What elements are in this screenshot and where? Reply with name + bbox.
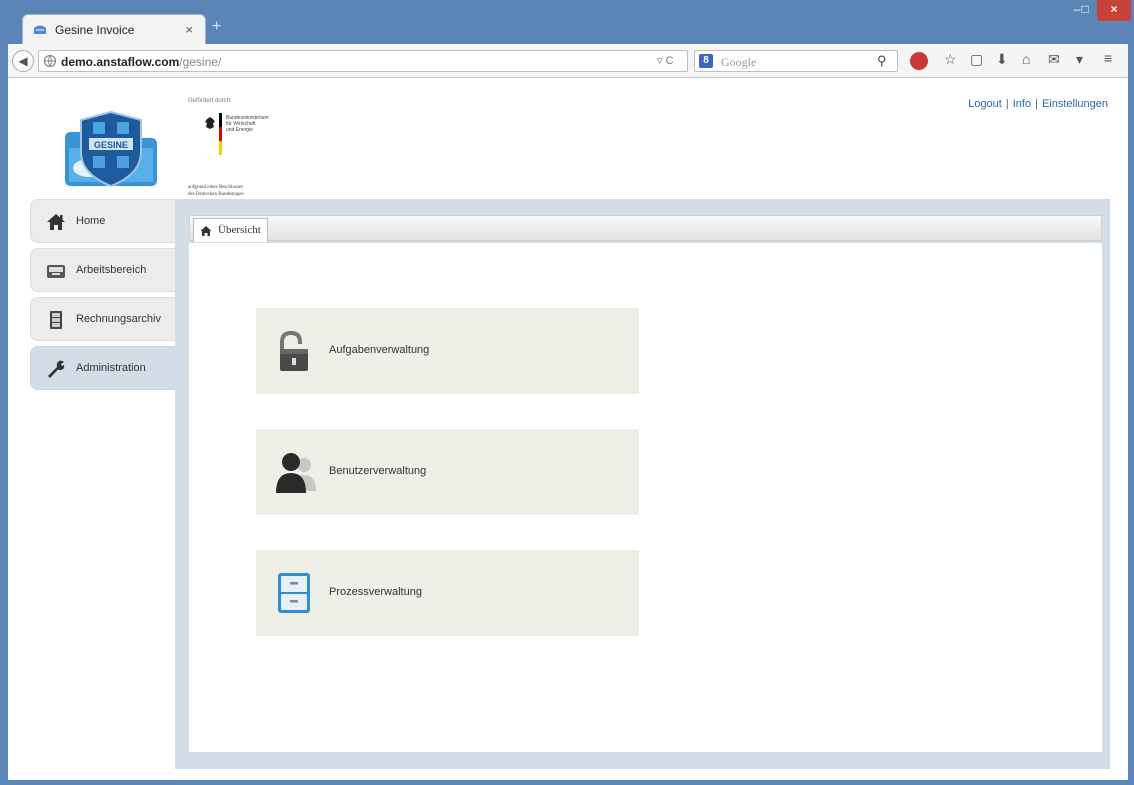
bookmarks-menu-icon[interactable]: ▢ xyxy=(970,51,983,68)
home-icon xyxy=(200,226,212,236)
panel-body: Aufgabenverwaltung Benutzerverwaltung Pr… xyxy=(189,243,1102,752)
home-button-icon[interactable]: ⌂ xyxy=(1022,51,1030,67)
url-text: demo.anstaflow.com/gesine/ xyxy=(61,55,221,69)
federal-eagle-icon xyxy=(205,117,215,129)
tile-aufgabenverwaltung[interactable]: Aufgabenverwaltung xyxy=(256,308,639,394)
url-path: /gesine/ xyxy=(179,55,222,69)
sidebar-item-label: Administration xyxy=(76,362,146,374)
sidebar-item-label: Home xyxy=(76,215,106,227)
bookmark-star-icon[interactable]: ☆ xyxy=(944,51,957,68)
url-host: demo.anstaflow.com xyxy=(61,55,180,69)
logout-link[interactable]: Logout xyxy=(968,98,1002,110)
tab-close-icon[interactable]: × xyxy=(185,22,193,37)
archive-cabinet-icon xyxy=(50,311,62,329)
back-arrow-icon[interactable]: ◀ xyxy=(12,50,34,72)
ministry-name: Bundesministerium für Wirtschaft und Ene… xyxy=(226,115,269,133)
main-panel: Übersicht Aufgabenverwaltung Benutzerver… xyxy=(175,199,1110,769)
browser-navbar: ◀ demo.anstaflow.com/gesine/ ▿ C 8 Googl… xyxy=(8,44,1128,78)
tab-label: Übersicht xyxy=(218,224,261,236)
wrench-icon xyxy=(48,360,65,378)
sponsor-block: Gefördert durch: Bundesministerium für W… xyxy=(188,98,308,208)
tab-favicon-icon xyxy=(34,25,46,34)
page-content: GESINE Gefördert durch: Bundesministeriu… xyxy=(8,78,1128,780)
sponsor-pre-text: Gefördert durch: xyxy=(188,98,232,104)
download-icon[interactable]: ⬇ xyxy=(996,51,1008,68)
tab-title: Gesine Invoice xyxy=(55,23,135,37)
link-separator: | xyxy=(1035,98,1038,110)
users-icon xyxy=(276,453,316,493)
top-links: Logout | Info | Einstellungen xyxy=(968,98,1108,110)
window-titlebar: Gesine Invoice × + – □ × xyxy=(0,0,1134,44)
sidebar-item-home[interactable]: Home xyxy=(30,199,176,243)
address-bar[interactable]: demo.anstaflow.com/gesine/ ▿ C xyxy=(38,50,688,72)
inbox-tray-icon xyxy=(47,265,65,278)
german-flag-stripe xyxy=(219,113,222,155)
svg-text:GESINE: GESINE xyxy=(94,140,128,150)
adblock-icon[interactable] xyxy=(910,52,928,70)
padlock-icon xyxy=(280,330,308,371)
panel-tabbar: Übersicht xyxy=(189,215,1102,242)
search-bar[interactable]: 8 Google ⚲ xyxy=(694,50,898,72)
globe-icon xyxy=(43,54,57,68)
search-input[interactable]: Google xyxy=(721,55,756,70)
window-close-button[interactable]: × xyxy=(1097,0,1131,21)
sidebar-item-label: Rechnungsarchiv xyxy=(76,313,161,325)
sponsor-post-text: aufgrund eines Beschlusses des Deutschen… xyxy=(188,185,244,197)
search-engine-icon[interactable]: 8 xyxy=(699,54,713,68)
browser-window: Gesine Invoice × + – □ × ◀ demo.anstaflo… xyxy=(0,0,1134,785)
tile-label: Benutzerverwaltung xyxy=(329,465,427,477)
menu-hamburger-icon[interactable]: ≡ xyxy=(1104,50,1112,66)
tile-label: Prozessverwaltung xyxy=(329,586,422,598)
window-maximize-button[interactable]: □ xyxy=(1072,0,1098,21)
gesine-logo: GESINE xyxy=(65,110,157,188)
tab-uebersicht[interactable]: Übersicht xyxy=(193,218,268,242)
tile-label: Aufgabenverwaltung xyxy=(329,344,430,356)
search-magnifier-icon[interactable]: ⚲ xyxy=(877,53,887,69)
addon-icon[interactable]: ✉ xyxy=(1048,51,1060,68)
filing-cabinet-icon xyxy=(278,573,310,613)
tile-prozessverwaltung[interactable]: Prozessverwaltung xyxy=(256,550,639,636)
link-separator: | xyxy=(1005,98,1009,110)
reload-icon[interactable]: ▿ C xyxy=(657,54,674,67)
settings-link[interactable]: Einstellungen xyxy=(1042,98,1108,110)
home-icon xyxy=(47,214,65,230)
browser-tab[interactable]: Gesine Invoice × xyxy=(22,14,206,44)
sidebar-item-label: Arbeitsbereich xyxy=(76,264,147,276)
sidebar-item-rechnungsarchiv[interactable]: Rechnungsarchiv xyxy=(30,297,176,341)
dropdown-icon[interactable]: ▾ xyxy=(1076,51,1083,68)
sidebar-item-arbeitsbereich[interactable]: Arbeitsbereich xyxy=(30,248,176,292)
info-link[interactable]: Info xyxy=(1013,98,1031,110)
tile-benutzerverwaltung[interactable]: Benutzerverwaltung xyxy=(256,429,639,515)
sidebar-item-administration[interactable]: Administration xyxy=(30,346,176,390)
new-tab-button[interactable]: + xyxy=(212,18,221,36)
